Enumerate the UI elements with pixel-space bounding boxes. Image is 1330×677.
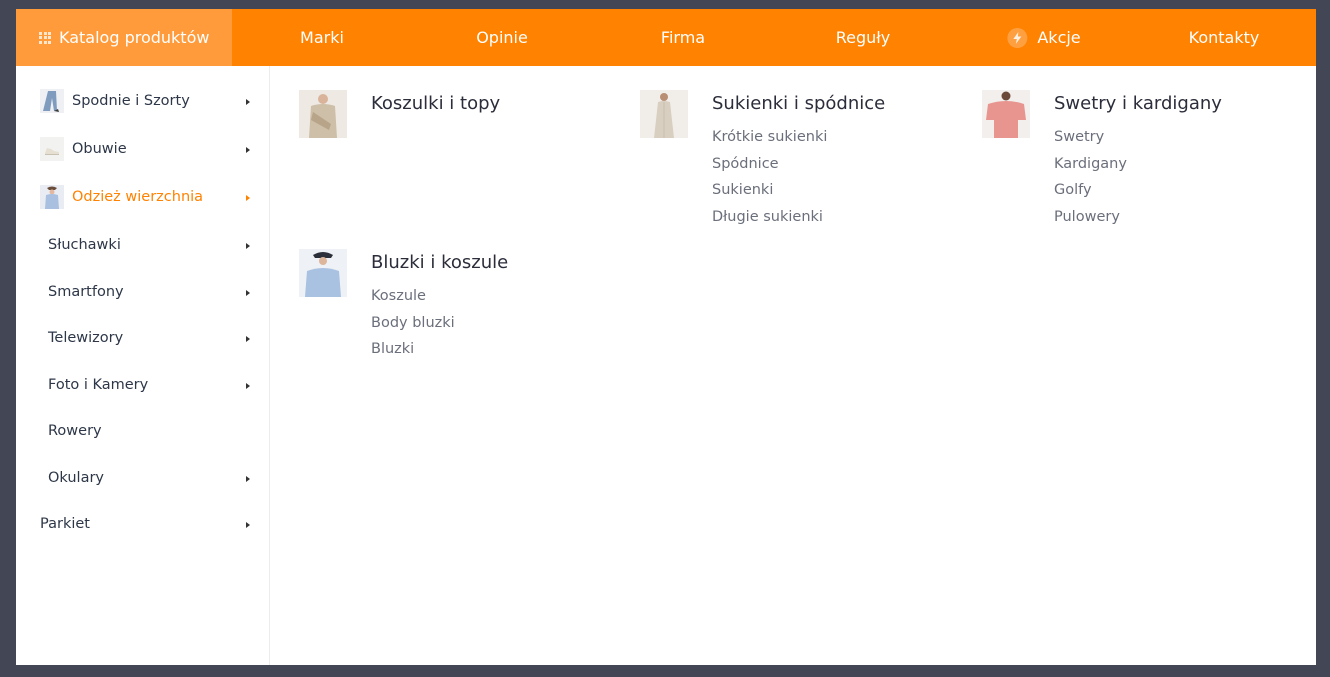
grid-icon <box>39 31 51 44</box>
shoes-thumbnail-icon <box>40 137 64 161</box>
chevron-right-icon <box>246 195 250 201</box>
sidebar-item-sluchawki[interactable]: Słuchawki <box>16 230 270 260</box>
subcategory-link[interactable]: Kardigany <box>1054 155 1127 182</box>
chevron-right-icon <box>246 147 250 153</box>
sidebar-item-okulary[interactable]: Okulary <box>16 463 270 493</box>
subcategory-link[interactable]: Body bluzki <box>371 314 455 341</box>
category-title[interactable]: Koszulki i topy <box>371 93 500 114</box>
dress-thumbnail-icon[interactable] <box>640 90 688 138</box>
sweater-thumbnail-icon[interactable] <box>982 90 1030 138</box>
sidebar-item-smartfony[interactable]: Smartfony <box>16 277 270 307</box>
subcategory-link[interactable]: Swetry <box>1054 128 1127 155</box>
subcategory-list: Koszule Body bluzki Bluzki <box>371 287 455 367</box>
subcategory-list: Krótkie sukienki Spódnice Sukienki Długi… <box>712 128 827 234</box>
chevron-right-icon <box>246 522 250 528</box>
subcategory-link[interactable]: Koszule <box>371 287 455 314</box>
chevron-right-icon <box>246 243 250 249</box>
sidebar-item-parkiet[interactable]: Parkiet <box>16 509 270 539</box>
category-title[interactable]: Sukienki i spódnice <box>712 93 885 114</box>
blouse-thumbnail-icon[interactable] <box>299 249 347 297</box>
catalog-button[interactable]: Katalog produktów <box>16 9 232 66</box>
catalog-label: Katalog produktów <box>59 28 210 47</box>
chevron-right-icon <box>246 99 250 105</box>
tshirt-thumbnail-icon[interactable] <box>299 90 347 138</box>
nav-item-akcje[interactable]: Akcje <box>1007 9 1081 66</box>
category-title[interactable]: Bluzki i koszule <box>371 252 508 273</box>
nav-item-kontakty[interactable]: Kontakty <box>1189 9 1260 66</box>
nav-item-firma[interactable]: Firma <box>661 9 705 66</box>
subcategory-link[interactable]: Spódnice <box>712 155 827 182</box>
chevron-right-icon <box>246 383 250 389</box>
sidebar-item-spodnie[interactable]: Spodnie i Szorty <box>16 86 270 116</box>
category-sidebar: Spodnie i Szorty Obuwie Odzież wierzchni… <box>16 66 270 665</box>
category-title[interactable]: Swetry i kardigany <box>1054 93 1222 114</box>
nav-item-marki[interactable]: Marki <box>300 9 344 66</box>
subcategory-link[interactable]: Sukienki <box>712 181 827 208</box>
chevron-right-icon <box>246 336 250 342</box>
sidebar-item-rowery[interactable]: Rowery <box>16 416 270 446</box>
sidebar-item-obuwie[interactable]: Obuwie <box>16 134 270 164</box>
catalog-dropdown-panel: Spodnie i Szorty Obuwie Odzież wierzchni… <box>16 66 1316 665</box>
subcategory-list: Swetry Kardigany Golfy Pulowery <box>1054 128 1127 234</box>
pants-thumbnail-icon <box>40 89 64 113</box>
lightning-icon <box>1007 27 1028 48</box>
chevron-right-icon <box>246 476 250 482</box>
top-nav-bar: Katalog produktów Marki Opinie Firma Reg… <box>16 9 1316 66</box>
sidebar-item-telewizory[interactable]: Telewizory <box>16 323 270 353</box>
chevron-right-icon <box>246 290 250 296</box>
outerwear-thumbnail-icon <box>40 185 64 209</box>
subcategory-link[interactable]: Krótkie sukienki <box>712 128 827 155</box>
subcategory-link[interactable]: Pulowery <box>1054 208 1127 235</box>
subcategory-link[interactable]: Bluzki <box>371 340 455 367</box>
subcategory-link[interactable]: Długie sukienki <box>712 208 827 235</box>
nav-item-reguly[interactable]: Reguły <box>836 9 891 66</box>
nav-item-opinie[interactable]: Opinie <box>476 9 528 66</box>
sidebar-item-odziez-wierzchnia[interactable]: Odzież wierzchnia <box>16 182 270 212</box>
sidebar-item-foto-i-kamery[interactable]: Foto i Kamery <box>16 370 270 400</box>
subcategory-link[interactable]: Golfy <box>1054 181 1127 208</box>
